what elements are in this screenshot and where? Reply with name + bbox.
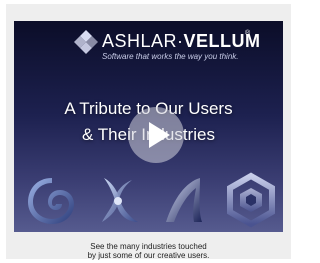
caption-line2: by just some of our creative users. [87,251,210,260]
play-button[interactable] [128,107,184,163]
tagline: Software that works the way you think. [102,52,239,61]
trademark-mark: ® [245,30,251,37]
ashlar-vellum-logo: ASHLAR·VELLUM ® Software that works the … [72,26,277,61]
ashlar-logo-mark-icon [74,30,98,54]
fin-icon [166,178,202,222]
brand-name: ASHLAR·VELLUM [102,31,261,52]
brand-prefix: ASHLAR· [102,31,184,51]
propeller-icon [102,178,138,222]
hexagon-logo-icon [227,172,275,228]
play-icon [149,122,170,148]
swirl-logo-icon [28,178,74,224]
video-player[interactable]: ASHLAR·VELLUM ® Software that works the … [14,21,283,232]
